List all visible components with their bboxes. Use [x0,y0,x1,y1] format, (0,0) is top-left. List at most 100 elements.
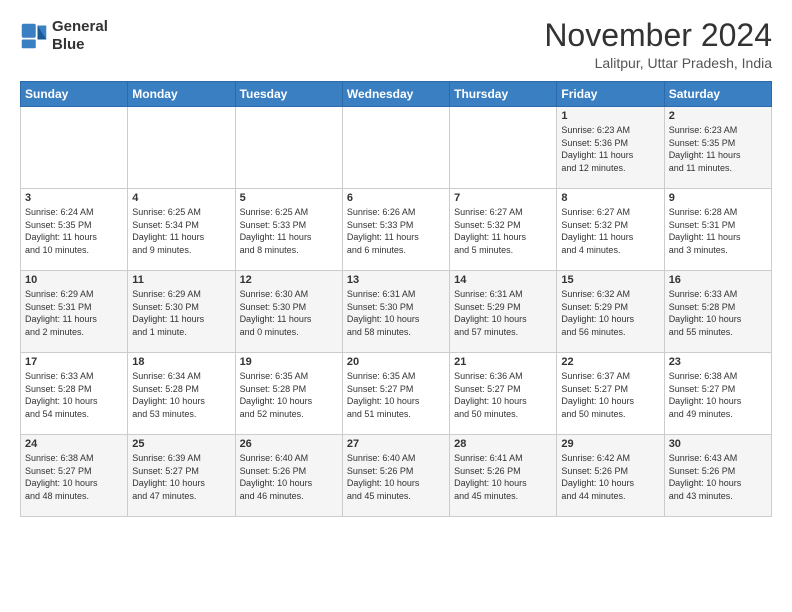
weekday-header-friday: Friday [557,82,664,107]
day-number: 21 [454,356,552,368]
day-info: Sunrise: 6:37 AM Sunset: 5:27 PM Dayligh… [561,370,659,420]
day-number: 25 [132,438,230,450]
day-number: 15 [561,274,659,286]
day-info: Sunrise: 6:32 AM Sunset: 5:29 PM Dayligh… [561,288,659,338]
day-info: Sunrise: 6:35 AM Sunset: 5:28 PM Dayligh… [240,370,338,420]
day-number: 8 [561,192,659,204]
calendar-cell: 18 Sunrise: 6:34 AM Sunset: 5:28 PM Dayli… [128,353,235,435]
logo-line2: Blue [52,36,108,54]
day-number: 12 [240,274,338,286]
calendar-cell: 30 Sunrise: 6:43 AM Sunset: 5:26 PM Dayli… [664,435,771,517]
calendar-week-5: 24 Sunrise: 6:38 AM Sunset: 5:27 PM Dayli… [21,435,772,517]
calendar-cell: 3 Sunrise: 6:24 AM Sunset: 5:35 PM Daylig… [21,189,128,271]
calendar-cell: 7 Sunrise: 6:27 AM Sunset: 5:32 PM Daylig… [450,189,557,271]
weekday-header-saturday: Saturday [664,82,771,107]
day-number: 23 [669,356,767,368]
calendar-cell [450,107,557,189]
calendar-cell: 26 Sunrise: 6:40 AM Sunset: 5:26 PM Dayli… [235,435,342,517]
day-number: 13 [347,274,445,286]
calendar-cell: 23 Sunrise: 6:38 AM Sunset: 5:27 PM Dayli… [664,353,771,435]
day-info: Sunrise: 6:34 AM Sunset: 5:28 PM Dayligh… [132,370,230,420]
day-info: Sunrise: 6:29 AM Sunset: 5:30 PM Dayligh… [132,288,230,338]
day-number: 9 [669,192,767,204]
calendar-cell: 13 Sunrise: 6:31 AM Sunset: 5:30 PM Dayli… [342,271,449,353]
day-info: Sunrise: 6:40 AM Sunset: 5:26 PM Dayligh… [347,452,445,502]
day-info: Sunrise: 6:36 AM Sunset: 5:27 PM Dayligh… [454,370,552,420]
title-area: November 2024 Lalitpur, Uttar Pradesh, I… [544,18,772,71]
day-info: Sunrise: 6:41 AM Sunset: 5:26 PM Dayligh… [454,452,552,502]
calendar-cell: 9Sunrise: 6:28 AM Sunset: 5:31 PM Daylig… [664,189,771,271]
day-number: 4 [132,192,230,204]
calendar-cell: 6 Sunrise: 6:26 AM Sunset: 5:33 PM Daylig… [342,189,449,271]
calendar-cell: 16 Sunrise: 6:33 AM Sunset: 5:28 PM Dayli… [664,271,771,353]
calendar-cell: 1 Sunrise: 6:23 AM Sunset: 5:36 PM Daylig… [557,107,664,189]
day-info: Sunrise: 6:38 AM Sunset: 5:27 PM Dayligh… [25,452,123,502]
day-number: 17 [25,356,123,368]
day-number: 7 [454,192,552,204]
calendar-cell: 17Sunrise: 6:33 AM Sunset: 5:28 PM Dayli… [21,353,128,435]
calendar-cell [342,107,449,189]
day-info: Sunrise: 6:40 AM Sunset: 5:26 PM Dayligh… [240,452,338,502]
day-info: Sunrise: 6:30 AM Sunset: 5:30 PM Dayligh… [240,288,338,338]
day-number: 11 [132,274,230,286]
weekday-header-sunday: Sunday [21,82,128,107]
calendar-week-2: 3 Sunrise: 6:24 AM Sunset: 5:35 PM Daylig… [21,189,772,271]
calendar-cell: 19 Sunrise: 6:35 AM Sunset: 5:28 PM Dayli… [235,353,342,435]
day-number: 10 [25,274,123,286]
day-info: Sunrise: 6:43 AM Sunset: 5:26 PM Dayligh… [669,452,767,502]
day-number: 29 [561,438,659,450]
location-title: Lalitpur, Uttar Pradesh, India [544,55,772,71]
calendar-cell: 8 Sunrise: 6:27 AM Sunset: 5:32 PM Daylig… [557,189,664,271]
logo: General Blue [20,18,108,54]
day-info: Sunrise: 6:26 AM Sunset: 5:33 PM Dayligh… [347,206,445,256]
day-info: Sunrise: 6:25 AM Sunset: 5:33 PM Dayligh… [240,206,338,256]
calendar-cell: 10 Sunrise: 6:29 AM Sunset: 5:31 PM Dayli… [21,271,128,353]
day-number: 18 [132,356,230,368]
weekday-header-thursday: Thursday [450,82,557,107]
day-number: 20 [347,356,445,368]
logo-line1: General [52,18,108,36]
day-number: 27 [347,438,445,450]
calendar-week-1: 1 Sunrise: 6:23 AM Sunset: 5:36 PM Daylig… [21,107,772,189]
day-number: 19 [240,356,338,368]
calendar-week-3: 10 Sunrise: 6:29 AM Sunset: 5:31 PM Dayli… [21,271,772,353]
weekday-header-tuesday: Tuesday [235,82,342,107]
day-number: 30 [669,438,767,450]
day-info: Sunrise: 6:23 AM Sunset: 5:36 PM Dayligh… [561,124,659,174]
calendar-cell: 24 Sunrise: 6:38 AM Sunset: 5:27 PM Dayli… [21,435,128,517]
calendar-cell: 25 Sunrise: 6:39 AM Sunset: 5:27 PM Dayli… [128,435,235,517]
day-number: 24 [25,438,123,450]
calendar-cell: 4Sunrise: 6:25 AM Sunset: 5:34 PM Daylig… [128,189,235,271]
calendar-cell: 21 Sunrise: 6:36 AM Sunset: 5:27 PM Dayli… [450,353,557,435]
day-info: Sunrise: 6:31 AM Sunset: 5:30 PM Dayligh… [347,288,445,338]
day-info: Sunrise: 6:39 AM Sunset: 5:27 PM Dayligh… [132,452,230,502]
day-number: 16 [669,274,767,286]
day-info: Sunrise: 6:38 AM Sunset: 5:27 PM Dayligh… [669,370,767,420]
day-info: Sunrise: 6:31 AM Sunset: 5:29 PM Dayligh… [454,288,552,338]
day-number: 26 [240,438,338,450]
day-number: 6 [347,192,445,204]
month-title: November 2024 [544,18,772,53]
weekday-header-wednesday: Wednesday [342,82,449,107]
calendar-cell: 14Sunrise: 6:31 AM Sunset: 5:29 PM Dayli… [450,271,557,353]
page: General Blue November 2024 Lalitpur, Utt… [0,0,792,527]
day-info: Sunrise: 6:35 AM Sunset: 5:27 PM Dayligh… [347,370,445,420]
day-number: 1 [561,110,659,122]
weekday-header-row: SundayMondayTuesdayWednesdayThursdayFrid… [21,82,772,107]
day-info: Sunrise: 6:29 AM Sunset: 5:31 PM Dayligh… [25,288,123,338]
weekday-header-monday: Monday [128,82,235,107]
calendar-cell: 2Sunrise: 6:23 AM Sunset: 5:35 PM Daylig… [664,107,771,189]
day-info: Sunrise: 6:33 AM Sunset: 5:28 PM Dayligh… [669,288,767,338]
day-info: Sunrise: 6:24 AM Sunset: 5:35 PM Dayligh… [25,206,123,256]
calendar-cell [21,107,128,189]
calendar-cell: 11 Sunrise: 6:29 AM Sunset: 5:30 PM Dayli… [128,271,235,353]
calendar-cell: 20 Sunrise: 6:35 AM Sunset: 5:27 PM Dayli… [342,353,449,435]
calendar-cell: 15 Sunrise: 6:32 AM Sunset: 5:29 PM Dayli… [557,271,664,353]
calendar-cell [128,107,235,189]
day-info: Sunrise: 6:27 AM Sunset: 5:32 PM Dayligh… [454,206,552,256]
day-info: Sunrise: 6:27 AM Sunset: 5:32 PM Dayligh… [561,206,659,256]
calendar-cell [235,107,342,189]
day-number: 5 [240,192,338,204]
logo-text: General Blue [52,18,108,54]
day-number: 3 [25,192,123,204]
